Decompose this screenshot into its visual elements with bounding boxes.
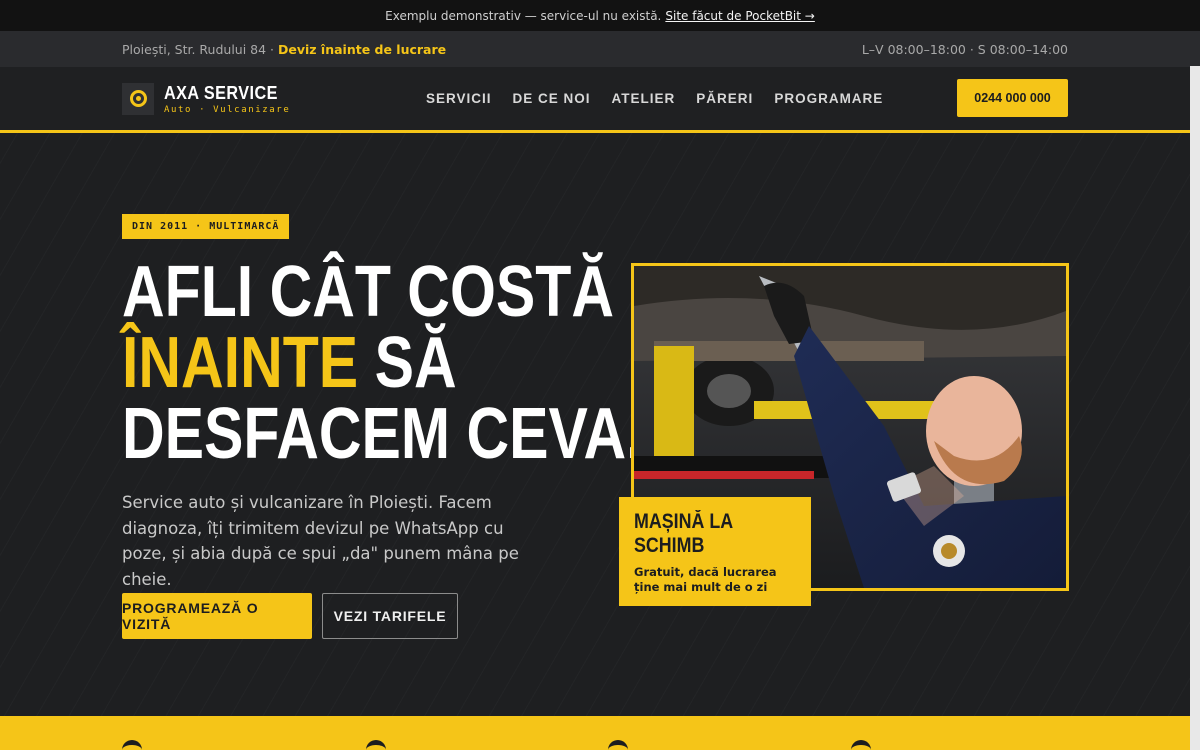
nav-menu: SERVICII DE CE NOI ATELIER PĂRERI PROGRA…	[426, 91, 883, 106]
nav-item-de-ce-noi[interactable]: DE CE NOI	[513, 91, 591, 106]
hero-section: DIN 2011 · MULTIMARCĂ AFLI CÂT COSTĂ ÎNA…	[0, 133, 1200, 718]
loaner-car-badge: MAȘINĂ LA SCHIMB Gratuit, dacă lucrarea …	[619, 497, 811, 606]
main-navigation: AXA SERVICE Auto · Vulcanizare SERVICII …	[0, 67, 1200, 133]
badge-subtitle: Gratuit, dacă lucrarea ține mai mult de …	[634, 565, 777, 594]
logo[interactable]: AXA SERVICE Auto · Vulcanizare	[122, 82, 291, 115]
headline-line-2-rest: SĂ	[358, 323, 457, 403]
brand-tagline: Auto · Vulcanizare	[164, 104, 291, 115]
hero-description: Service auto și vulcanizare în Ploiești.…	[122, 493, 519, 589]
since-tag: DIN 2011 · MULTIMARCĂ	[122, 214, 290, 239]
hero-headline: AFLI CÂT COSTĂ ÎNAINTE SĂ DESFACEM CEVA.	[122, 252, 643, 474]
nav-item-pareri[interactable]: PĂRERI	[696, 91, 753, 106]
headline-line-2: ÎNAINTE SĂ	[122, 327, 642, 399]
nav-item-programare[interactable]: PROGRAMARE	[774, 91, 883, 106]
address-text: Ploiești, Str. Rudului 84 ·	[122, 41, 278, 57]
estimate-highlight: Deviz înainte de lucrare	[278, 41, 447, 57]
opening-hours: L–V 08:00–18:00 · S 08:00–14:00	[861, 41, 1068, 57]
stats-strip	[0, 716, 1190, 750]
book-visit-button[interactable]: PROGRAMEAZĂ O VIZITĂ	[122, 593, 312, 639]
nav-item-servicii[interactable]: SERVICII	[426, 91, 492, 106]
headline-line-3: DESFACEM CEVA.	[122, 394, 643, 474]
nav-item-atelier[interactable]: ATELIER	[612, 91, 676, 106]
headline-line-1: AFLI CÂT COSTĂ	[122, 252, 614, 332]
demo-notice-bar: Exemplu demonstrativ — service-ul nu exi…	[0, 0, 1200, 31]
target-icon	[122, 82, 154, 115]
phone-button[interactable]: 0244 000 000	[957, 79, 1068, 117]
pocketbit-link[interactable]: Site făcut de PocketBit →	[665, 9, 814, 23]
see-prices-button[interactable]: VEZI TARIFELE	[322, 593, 458, 639]
demo-notice-text: Exemplu demonstrativ — service-ul nu exi…	[385, 8, 662, 23]
page-scrollbar[interactable]	[1190, 66, 1200, 750]
badge-title: MAȘINĂ LA SCHIMB	[634, 510, 733, 557]
brand-name: AXA SERVICE	[164, 82, 278, 103]
info-bar: Ploiești, Str. Rudului 84 · Deviz înaint…	[0, 31, 1200, 67]
headline-highlight: ÎNAINTE	[122, 323, 359, 403]
address-line: Ploiești, Str. Rudului 84 · Deviz înaint…	[122, 42, 446, 57]
